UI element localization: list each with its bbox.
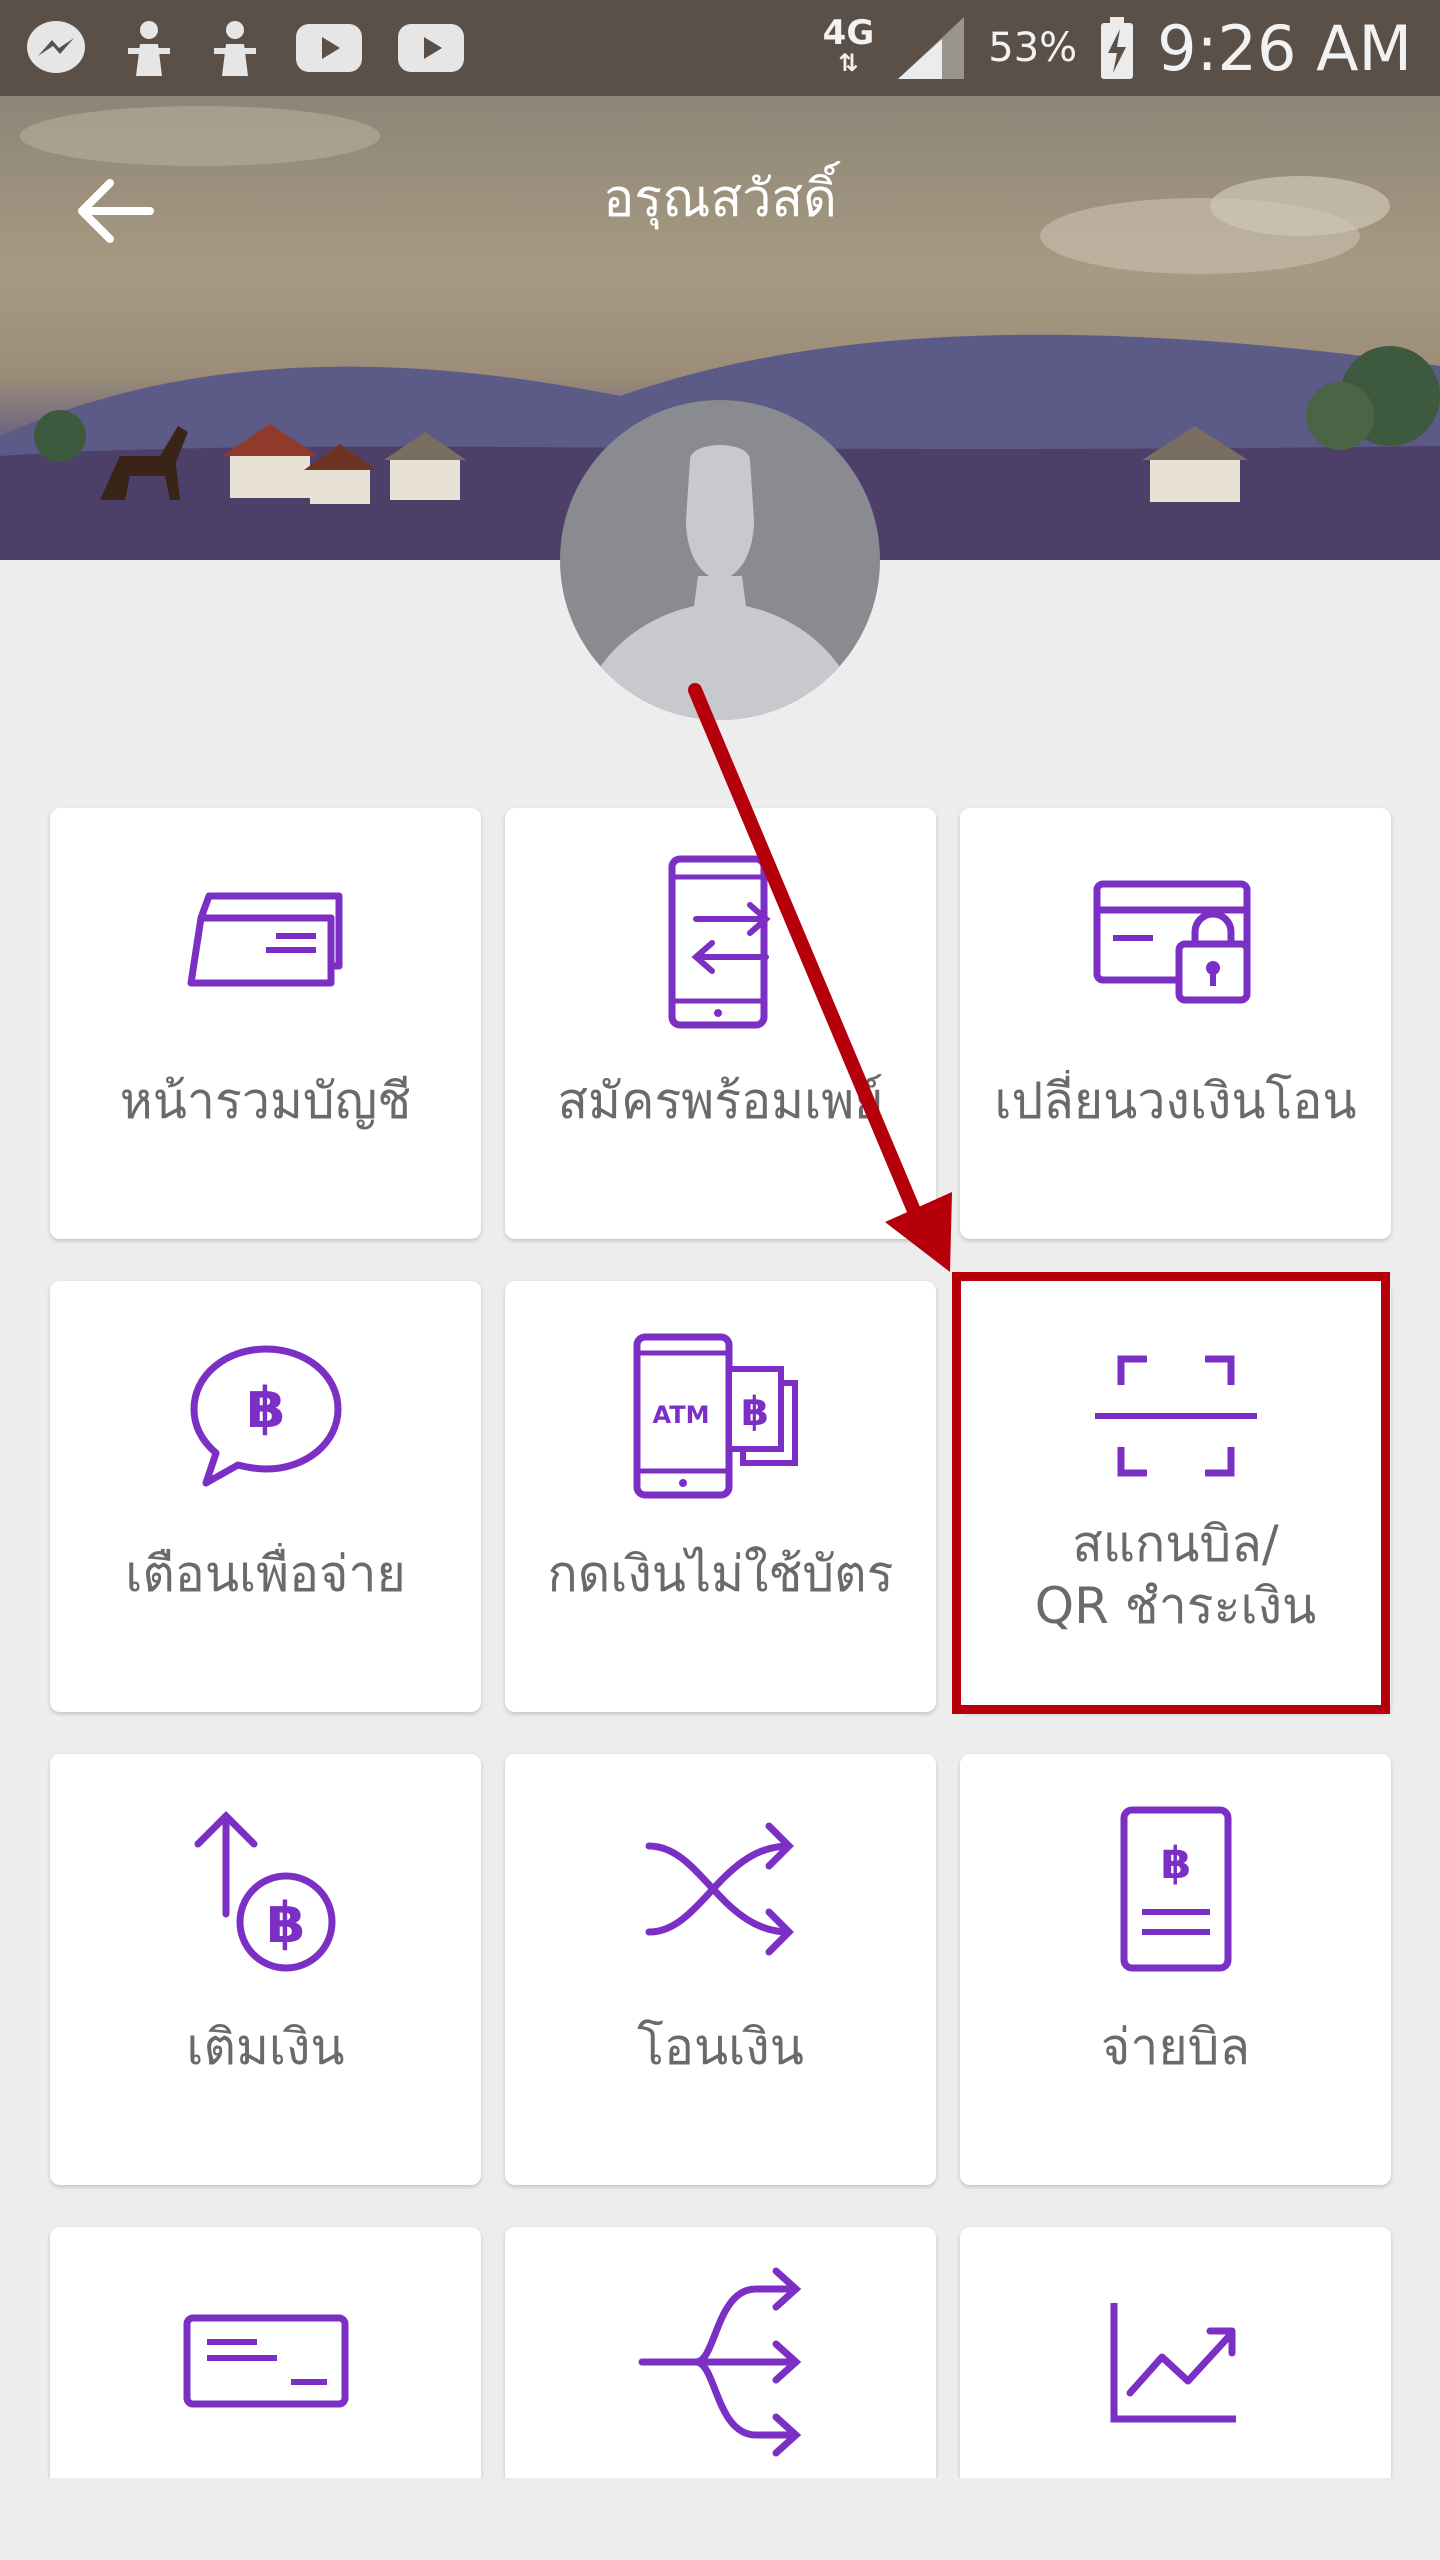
svg-text:ATM: ATM xyxy=(652,1401,709,1429)
svg-text:฿: ฿ xyxy=(1160,1838,1191,1889)
atm-phone-icon: ATM ฿ xyxy=(633,1333,798,1499)
avatar[interactable] xyxy=(560,400,880,720)
menu-viewport: หน้ารวมบัญชี สมัครพร้อมเพย์ เปลี่ยนวงเงิ… xyxy=(0,0,1440,2478)
menu-tile-topup[interactable]: ฿ เติมเงิน xyxy=(50,1754,481,2185)
highlight-box xyxy=(952,1272,1390,1714)
shuffle-transfer-icon xyxy=(645,1822,794,1956)
menu-tile-card[interactable] xyxy=(50,2227,481,2478)
tile-label: เติมเงิน xyxy=(186,2018,345,2076)
svg-text:฿: ฿ xyxy=(246,1376,285,1441)
menu-tile-cardless-withdraw[interactable]: ATM ฿ กดเงินไม่ใช้บัตร xyxy=(505,1281,936,1712)
tile-label: สมัครพร้อมเพย์ xyxy=(557,1072,884,1130)
tile-label: เตือนเพื่อจ่าย xyxy=(125,1545,406,1603)
menu-tile-accounts[interactable]: หน้ารวมบัญชี xyxy=(50,808,481,1239)
menu-tile-pay-reminder[interactable]: ฿ เตือนเพื่อจ่าย xyxy=(50,1281,481,1712)
tile-label: จ่ายบิล xyxy=(1100,2018,1251,2076)
menu-tile-transfer[interactable]: โอนเงิน xyxy=(505,1754,936,2185)
tile-label: กดเงินไม่ใช้บัตร xyxy=(547,1545,894,1603)
svg-text:฿: ฿ xyxy=(741,1389,769,1435)
phone-transfer-icon xyxy=(668,855,771,1029)
bill-icon: ฿ xyxy=(1120,1806,1231,1972)
menu-tile-multi-transfer[interactable] xyxy=(505,2227,936,2478)
baht-chat-icon: ฿ xyxy=(190,1345,341,1487)
card-stack-icon xyxy=(187,892,342,987)
menu-tile-pay-bill[interactable]: ฿ จ่ายบิล xyxy=(960,1754,1391,2185)
user-silhouette-icon xyxy=(598,445,842,720)
tile-label: หน้ารวมบัญชี xyxy=(119,1072,412,1130)
menu-tile-promptpay[interactable]: สมัครพร้อมเพย์ xyxy=(505,808,936,1239)
chart-up-icon xyxy=(1110,2303,1236,2423)
card-lock-icon xyxy=(1093,880,1250,1004)
topup-baht-icon: ฿ xyxy=(194,1811,335,1972)
tile-label: โอนเงิน xyxy=(637,2018,804,2076)
bottom-fade xyxy=(0,2478,1440,2560)
menu-tile-investment[interactable] xyxy=(960,2227,1391,2478)
menu-tile-transfer-limit[interactable]: เปลี่ยนวงเงินโอน xyxy=(960,808,1391,1239)
card-icon xyxy=(183,2314,348,2408)
split-arrows-icon xyxy=(638,2267,801,2457)
svg-text:฿: ฿ xyxy=(266,1891,305,1956)
tile-label: เปลี่ยนวงเงินโอน xyxy=(994,1072,1357,1130)
